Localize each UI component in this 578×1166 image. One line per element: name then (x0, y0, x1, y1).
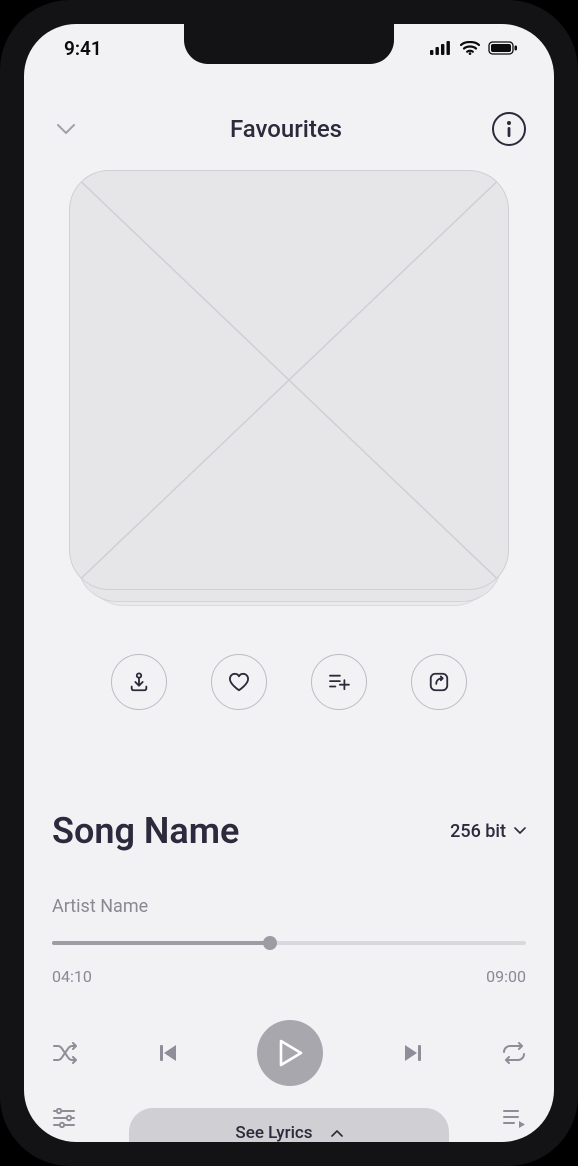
album-art-placeholder[interactable] (69, 170, 509, 590)
queue-button[interactable] (502, 1108, 526, 1128)
time-elapsed: 04:10 (52, 967, 92, 986)
shuffle-button[interactable] (52, 1042, 78, 1064)
previous-button[interactable] (158, 1043, 178, 1063)
battery-icon (488, 41, 518, 55)
bitrate-label: 256 bit (450, 821, 506, 842)
lyrics-label: See Lyrics (235, 1123, 312, 1142)
see-lyrics-button[interactable]: See Lyrics (129, 1108, 449, 1142)
info-button[interactable] (492, 112, 526, 146)
download-button[interactable] (111, 654, 167, 710)
bitrate-selector[interactable]: 256 bit (450, 821, 526, 842)
song-name: Song Name (52, 810, 239, 852)
progress-fill (52, 941, 270, 945)
device-notch (184, 24, 394, 64)
status-time: 9:41 (64, 37, 102, 60)
artist-name: Artist Name (24, 896, 554, 917)
wifi-icon (460, 41, 480, 55)
progress-track[interactable] (52, 941, 526, 945)
share-button[interactable] (411, 654, 467, 710)
chevron-up-icon (331, 1129, 343, 1137)
progress-thumb[interactable] (263, 936, 277, 950)
play-button[interactable] (257, 1020, 323, 1086)
time-total: 09:00 (486, 967, 526, 986)
screen-title: Favourites (230, 115, 342, 143)
next-button[interactable] (403, 1043, 423, 1063)
equalizer-button[interactable] (52, 1108, 76, 1128)
collapse-chevron-icon[interactable] (52, 115, 80, 143)
repeat-button[interactable] (502, 1042, 526, 1064)
favourite-button[interactable] (211, 654, 267, 710)
add-to-playlist-button[interactable] (311, 654, 367, 710)
album-art-stack (69, 170, 509, 620)
chevron-down-icon (514, 827, 526, 835)
cellular-icon (430, 41, 452, 55)
